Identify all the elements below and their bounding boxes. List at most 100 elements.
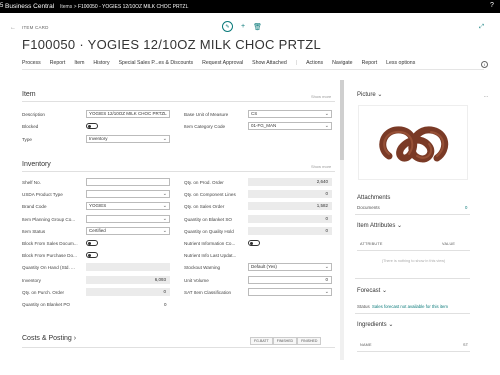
right-select[interactable]: Default (Yes) ⌄ [248,263,332,272]
left-toggle[interactable] [86,240,98,246]
right-readonly-value[interactable]: 1,582 [248,202,332,211]
item-attributes-heading[interactable]: Item Attributes ⌄ [357,222,402,229]
left-readonly-value[interactable]: 6,093 [86,275,170,284]
type-value: Inventory [89,136,108,141]
help-icon[interactable]: ? [488,2,496,11]
main-scrollbar[interactable] [340,80,344,360]
left-select[interactable]: YOGIES ⌄ [86,202,170,211]
ingredients-heading[interactable]: Ingredients ⌄ [357,321,393,328]
documents-count[interactable]: 0 [465,205,467,210]
costs-posting-heading[interactable]: Costs & Posting › [22,335,76,342]
right-value: 0 [325,276,328,282]
left-label: Item Status [22,228,46,234]
chevron-down-icon: ⌄ [382,288,388,294]
left-readonly-value[interactable]: 0 [86,287,170,296]
new-plus-icon[interactable]: + [241,23,245,30]
right-label: Qty. on Prod. Order [184,180,224,185]
item-attributes-label: Item Attributes [357,223,396,229]
inventory-show-more[interactable]: Show more [311,164,331,169]
posting-chip: FINISHED [297,337,322,345]
edit-pencil-icon[interactable]: ✎ [222,21,233,32]
right-label: SAT Item Classification [184,289,232,295]
item-show-more[interactable]: Show more [311,94,331,99]
type-select[interactable]: Inventory ⌄ [86,135,170,143]
attributes-header-divider [357,250,470,251]
left-toggle[interactable] [86,252,98,259]
chevron-down-icon: ⌄ [162,191,167,198]
costs-posting-label: Costs & Posting [22,335,72,342]
action-report[interactable]: Report [50,60,66,69]
right-readonly-value[interactable]: 2,640 [248,178,332,186]
action-request-approval[interactable]: Request Approval [202,60,243,69]
expand-icon[interactable]: ⤢ [479,24,484,31]
info-icon[interactable]: i [481,61,488,68]
right-value: Default (Yes) [251,264,277,270]
right-readonly-value[interactable]: 0 [248,214,332,223]
left-input[interactable] [86,178,170,186]
action-history[interactable]: History [93,60,109,69]
action-show-attached[interactable]: Show Attached [252,60,287,69]
left-select[interactable]: ⌄ [86,190,170,199]
forecast-heading[interactable]: Forecast ⌄ [357,287,387,294]
description-field[interactable]: YOGIES 12/10OZ MILK CHOC PRTZL [86,110,170,118]
right-input[interactable]: 0 [248,275,332,284]
action-less-options[interactable]: Less options [386,60,415,69]
right-label: Unit Volume [184,277,209,283]
chevron-down-icon: ⌄ [162,203,167,210]
action-report-2[interactable]: Report [362,60,378,69]
header-actions: ✎ + 🗑 [222,21,262,32]
blocked-toggle[interactable] [86,123,98,129]
chevron-down-icon: ⌄ [324,111,329,117]
base-uom-value: CS [251,111,258,116]
value-column-header: VALUE [442,242,456,246]
attachments-heading[interactable]: Attachments [357,195,390,201]
right-select[interactable]: ⌄ [248,287,332,296]
left-readonly-value[interactable] [86,263,170,272]
product-picture[interactable] [358,105,468,180]
delete-trash-icon[interactable]: 🗑 [253,23,262,31]
action-actions[interactable]: Actions [306,60,323,69]
breadcrumb: Items > F100050 - YOGIES 12/10OZ MILK CH… [60,4,188,10]
right-value: 0 [325,227,328,233]
left-select[interactable]: ⌄ [86,214,170,223]
action-separator: | [295,60,298,66]
chevron-down-icon: ⌄ [397,223,403,229]
left-label: Block From Purchase Do... [22,253,77,259]
scrollbar-thumb[interactable] [340,80,344,160]
action-process[interactable]: Process [22,60,41,69]
type-label: Type [22,137,32,142]
breadcrumb-items[interactable]: Items [60,4,72,10]
right-readonly-value[interactable]: 0 [248,226,332,235]
right-label: Quantity on Blanket SO [184,216,233,222]
page-title: F100050 · YOGIES 12/10OZ MILK CHOC PRTZL [22,37,322,52]
action-item[interactable]: Item [74,60,84,69]
right-value: 0 [325,215,328,221]
item-category-label: Item Category Code [184,124,226,129]
right-value: 2,640 [316,179,328,184]
pretzel-image [379,126,449,163]
costs-divider [22,347,335,348]
inventory-section-heading[interactable]: Inventory [22,161,51,168]
picture-heading[interactable]: Picture ⌄ [357,91,382,98]
posting-chip: FG-BATT [250,337,273,345]
costs-chips: FG-BATT FINISHED FINISHED [250,337,322,345]
right-label: Quantity on Quality Hold [184,228,234,234]
action-special-sales[interactable]: Special Sales P...es & Discounts [119,60,194,69]
base-uom-select[interactable]: CS ⌄ [248,110,332,118]
chevron-down-icon: ⌄ [377,92,383,98]
item-category-select[interactable]: 01-FG_MAN ⌄ [248,122,332,130]
right-toggle[interactable] [248,240,260,246]
left-label: Inventory [22,277,41,283]
back-arrow-icon[interactable]: ← [10,25,16,31]
left-edge-text: 5 [0,3,4,9]
right-readonly-value[interactable]: 0 [248,190,332,199]
left-value: Certified [89,227,106,233]
item-section-heading[interactable]: Item [22,91,36,98]
app-name[interactable]: Business Central [5,3,54,10]
forecast-status-link[interactable]: Sales forecast not available for this it… [372,304,448,309]
left-select[interactable]: Certified ⌄ [86,226,170,235]
card-type-label: ITEM CARD [22,25,49,30]
action-navigate[interactable]: Navigate [332,60,352,69]
forecast-divider [355,313,470,314]
picture-menu-dots[interactable]: ... [484,93,488,99]
